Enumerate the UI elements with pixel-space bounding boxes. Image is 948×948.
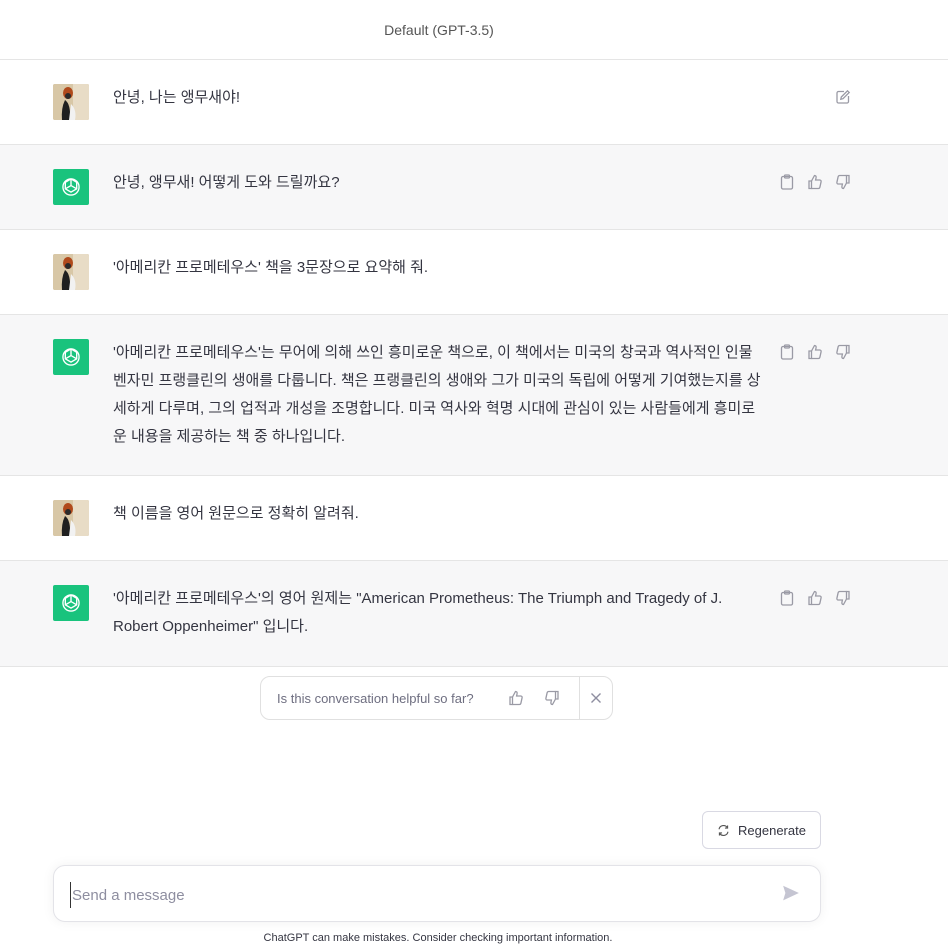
message-text: '아메리칸 프로메테우스' 책을 3문장으로 요약해 줘. <box>113 259 429 276</box>
message-text: 안녕, 앵무새! 어떻게 도와 드릴까요? <box>113 174 340 191</box>
message-actions <box>778 589 852 607</box>
message-row-user: '아메리칸 프로메테우스' 책을 3문장으로 요약해 줘. <box>0 230 948 315</box>
refresh-icon <box>717 824 730 837</box>
thumbs-up-icon[interactable] <box>806 343 824 361</box>
thumbs-down-icon[interactable] <box>543 689 561 707</box>
assistant-avatar <box>53 585 89 621</box>
message-text: '아메리칸 프로메테우스'는 무어에 의해 쓰인 흥미로운 책으로, 이 책에서… <box>113 344 761 445</box>
user-avatar <box>53 500 89 536</box>
parrot-avatar-image <box>53 84 89 120</box>
message-text: '아메리칸 프로메테우스'의 영어 원제는 "American Promethe… <box>113 590 727 635</box>
feedback-thumbs <box>507 689 579 707</box>
message-text: 안녕, 나는 앵무새야! <box>113 89 241 106</box>
assistant-avatar <box>53 169 89 205</box>
message-actions <box>778 173 852 191</box>
user-avatar <box>53 84 89 120</box>
chat-page: Default (GPT-3.5) 안녕, 나는 앵무새야! 안녕, 앵무새! … <box>0 0 948 948</box>
edit-icon[interactable] <box>834 88 852 106</box>
clipboard-icon[interactable] <box>778 173 796 191</box>
openai-logo-icon <box>62 348 80 366</box>
message-row-assistant: 안녕, 앵무새! 어떻게 도와 드릴까요? <box>0 145 948 230</box>
message-actions <box>778 343 852 361</box>
message-actions <box>834 88 852 106</box>
message-row-assistant: '아메리칸 프로메테우스'의 영어 원제는 "American Promethe… <box>0 561 948 667</box>
openai-logo-icon <box>62 178 80 196</box>
message-text: 책 이름을 영어 원문으로 정확히 알려줘. <box>113 505 359 522</box>
parrot-avatar-image <box>53 500 89 536</box>
clipboard-icon[interactable] <box>778 343 796 361</box>
model-header: Default (GPT-3.5) <box>0 0 948 60</box>
model-label[interactable]: Default (GPT-3.5) <box>384 22 494 38</box>
thumbs-up-icon[interactable] <box>507 689 525 707</box>
disclaimer-text: ChatGPT can make mistakes. Consider chec… <box>263 932 613 944</box>
parrot-avatar-image <box>53 254 89 290</box>
regenerate-label: Regenerate <box>738 822 806 838</box>
openai-logo-icon <box>62 594 80 612</box>
message-row-user: 책 이름을 영어 원문으로 정확히 알려줘. <box>0 476 948 561</box>
assistant-avatar <box>53 339 89 375</box>
thumbs-up-icon[interactable] <box>806 589 824 607</box>
clipboard-icon[interactable] <box>778 589 796 607</box>
feedback-prompt: Is this conversation helpful so far? <box>277 690 474 706</box>
conversation-feedback-bar: Is this conversation helpful so far? <box>260 676 613 720</box>
thumbs-down-icon[interactable] <box>834 343 852 361</box>
message-composer <box>53 865 821 922</box>
thumbs-up-icon[interactable] <box>806 173 824 191</box>
regenerate-button[interactable]: Regenerate <box>702 811 821 849</box>
send-icon[interactable] <box>782 884 802 904</box>
thumbs-down-icon[interactable] <box>834 173 852 191</box>
message-row-user: 안녕, 나는 앵무새야! <box>0 60 948 145</box>
message-row-assistant: '아메리칸 프로메테우스'는 무어에 의해 쓰인 흥미로운 책으로, 이 책에서… <box>0 315 948 476</box>
close-icon[interactable] <box>580 692 612 704</box>
user-avatar <box>53 254 89 290</box>
thumbs-down-icon[interactable] <box>834 589 852 607</box>
message-input[interactable] <box>70 882 754 908</box>
